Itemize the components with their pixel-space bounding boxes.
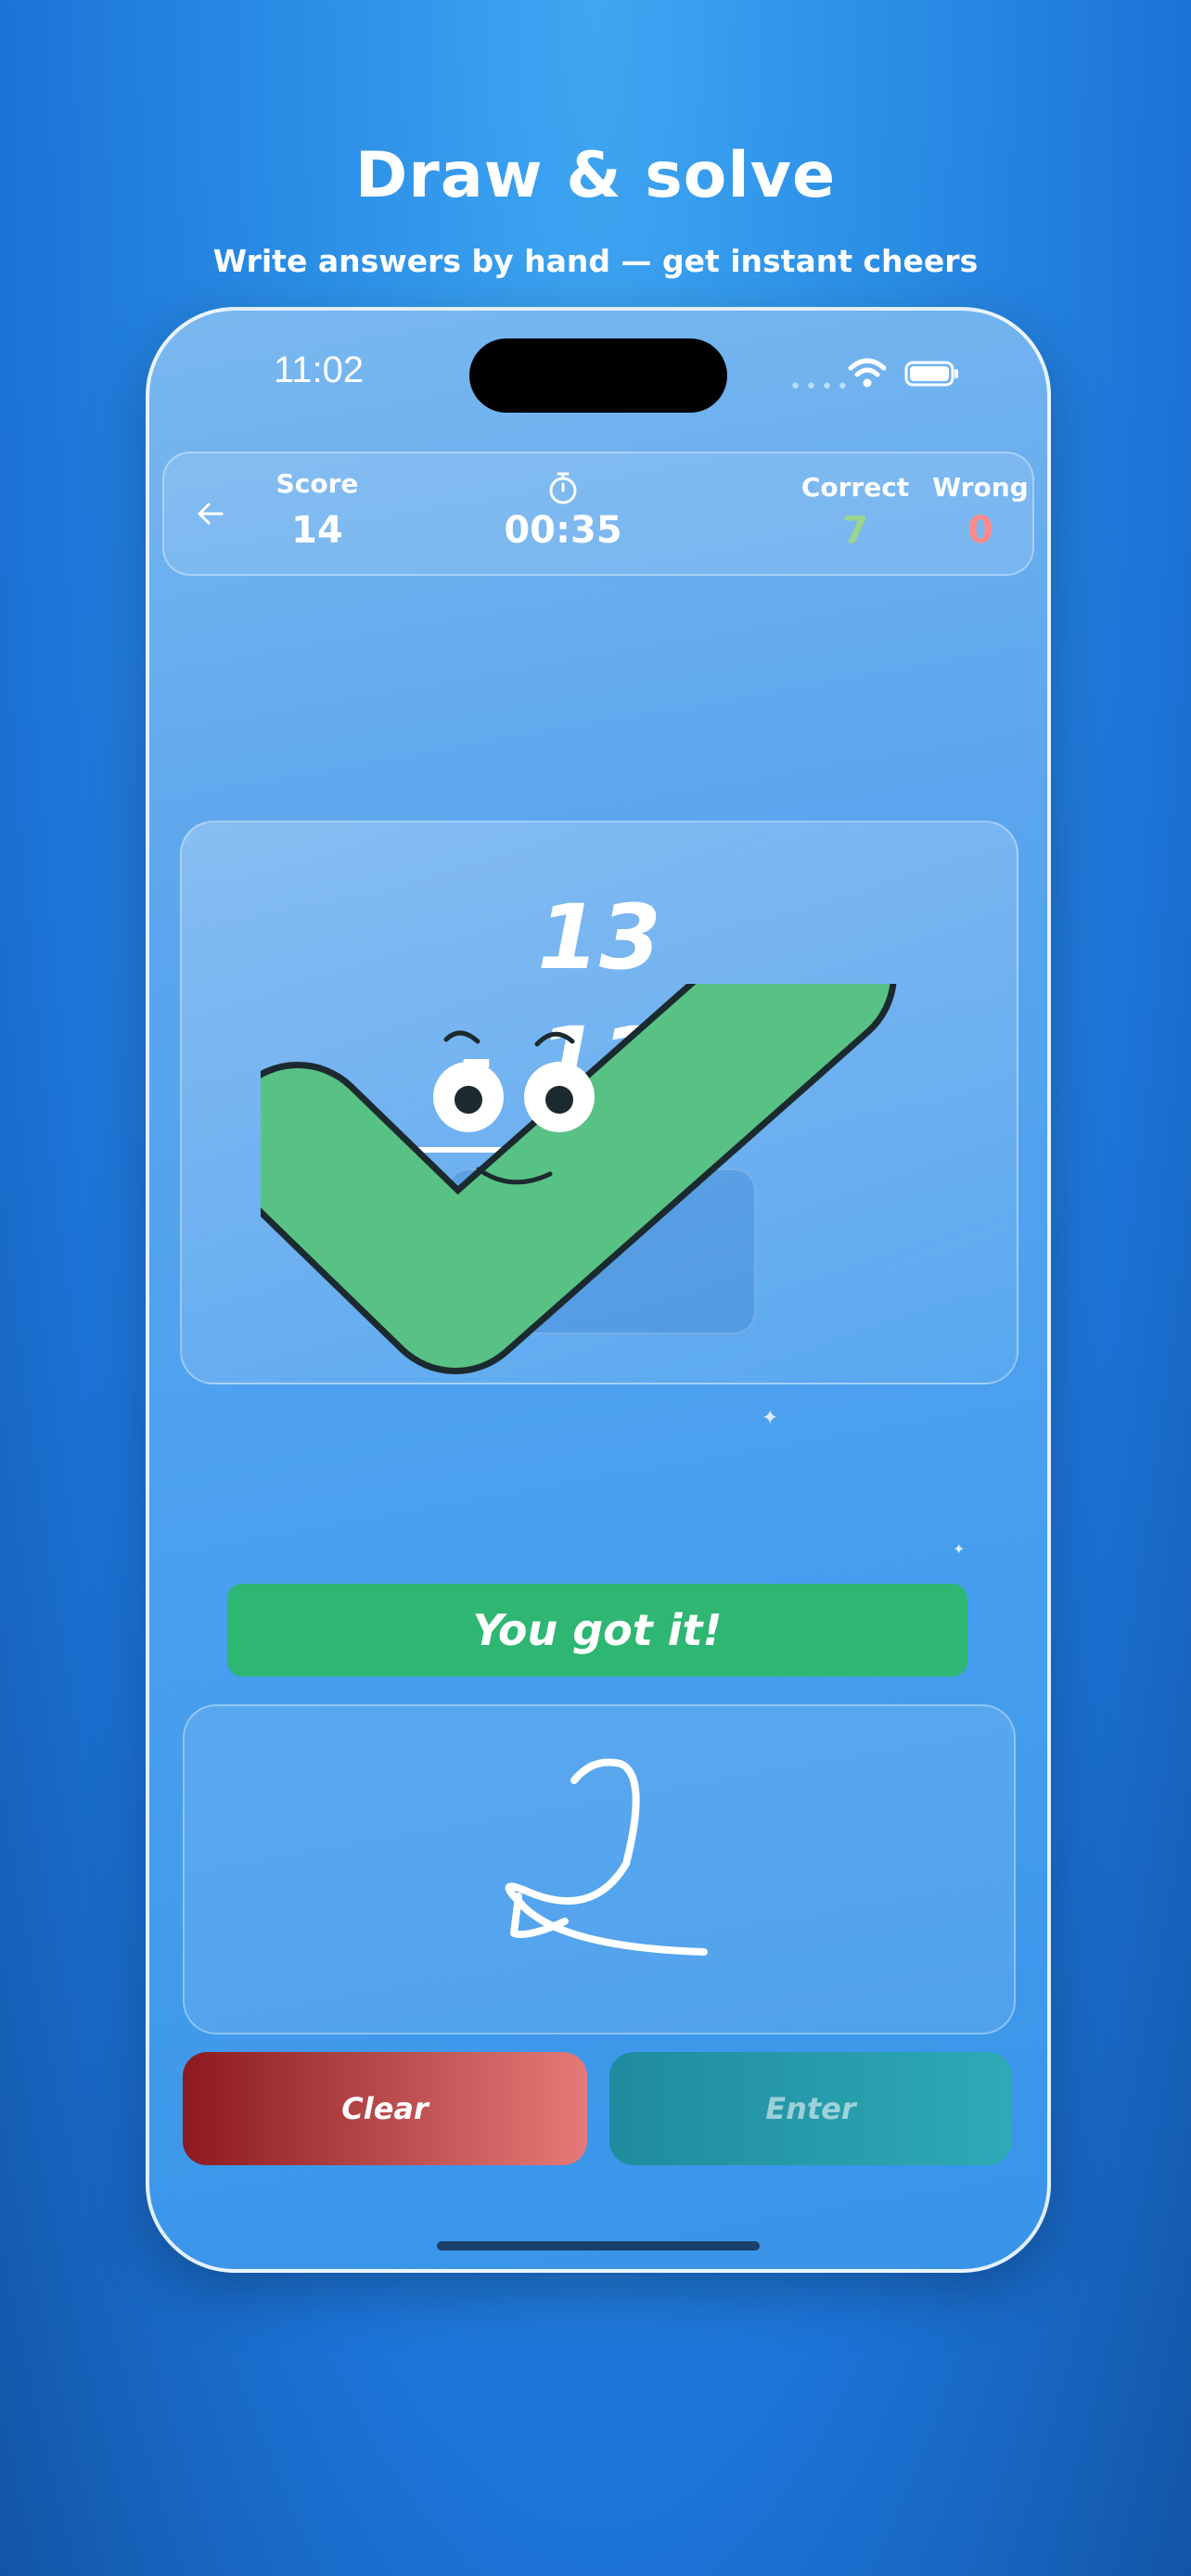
drawing-canvas[interactable] xyxy=(183,1704,1016,2034)
back-arrow-icon[interactable] xyxy=(192,495,229,532)
home-indicator[interactable] xyxy=(437,2241,760,2251)
score-hud: Score 14 00:35 Correct 7 Wrong 0 xyxy=(162,452,1034,576)
correct-label: Correct xyxy=(800,472,910,503)
enter-button[interactable]: Enter xyxy=(609,2052,1012,2165)
checkmark-mascot xyxy=(261,984,896,1374)
promo-title: Draw & solve xyxy=(354,139,837,212)
score-value: 14 xyxy=(291,509,343,552)
sparkle-icon: ✦ xyxy=(762,1407,779,1430)
correct-count: 7 xyxy=(842,509,868,552)
sparkle-icon: ✦ xyxy=(953,1540,966,1558)
wrong-count: 0 xyxy=(967,509,993,552)
promo-subtitle: Write answers by hand — get instant chee… xyxy=(212,243,979,279)
wrong-label: Wrong xyxy=(932,472,1029,503)
battery-icon xyxy=(904,361,958,387)
wifi-icon xyxy=(848,358,887,388)
problem-top-number: 13 xyxy=(537,886,661,989)
handwritten-stroke xyxy=(505,1758,708,1956)
clear-button[interactable]: Clear xyxy=(183,2052,587,2165)
score-label: Score xyxy=(275,468,359,499)
dynamic-island xyxy=(469,338,727,413)
timer-value: 00:35 xyxy=(504,509,622,552)
feedback-banner: You got it! xyxy=(227,1584,967,1677)
signal-icon: •••• xyxy=(789,376,852,399)
status-time: 11:02 xyxy=(274,350,365,390)
phone-frame: 11:02 •••• Score 14 00:35 Correct 7 Wron… xyxy=(146,307,1051,2273)
stopwatch-icon xyxy=(549,472,577,504)
